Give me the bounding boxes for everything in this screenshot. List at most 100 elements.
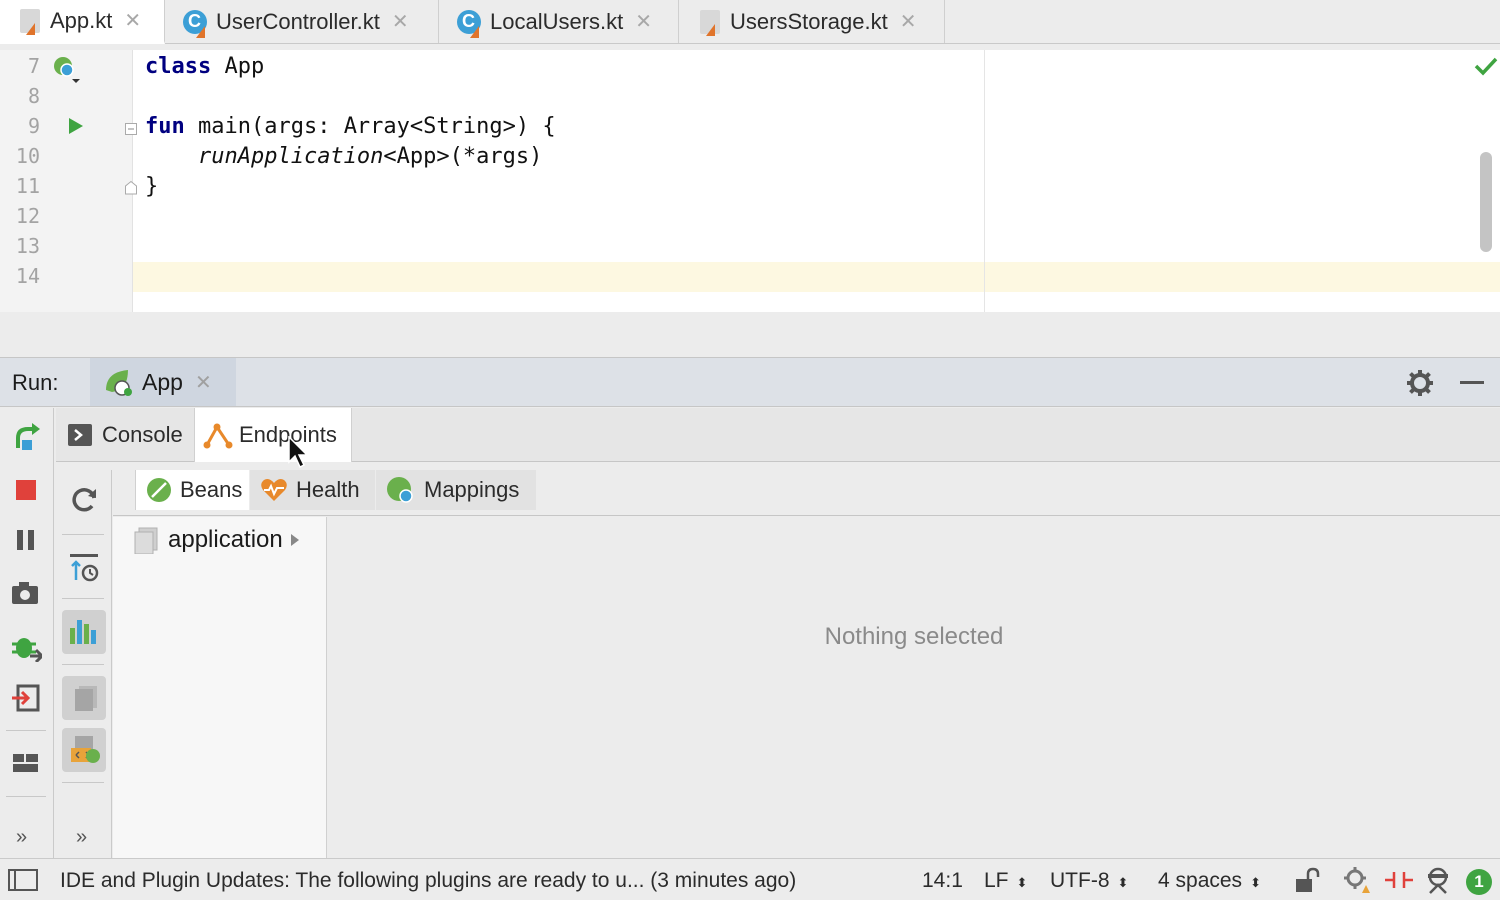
more-icon[interactable]: » [76, 826, 87, 849]
health-heart-icon [261, 479, 287, 501]
spring-boot-app-icon [106, 370, 132, 396]
stop-icon[interactable] [16, 480, 36, 500]
code-line-7: class App [145, 54, 264, 79]
mouse-cursor-icon [288, 436, 309, 469]
tool-window-toggle-icon[interactable] [8, 869, 38, 891]
diagram-toggle-button[interactable] [62, 610, 106, 654]
close-icon[interactable]: ✕ [635, 9, 652, 34]
line-number: 14 [15, 264, 40, 288]
indent-selector[interactable]: 4 spaces ⬍ [1158, 869, 1261, 893]
line-number: 9 [27, 114, 40, 138]
expand-arrow-icon[interactable] [289, 532, 301, 548]
indent-value: 4 spaces [1158, 869, 1243, 892]
tab-health[interactable]: Health [250, 470, 375, 510]
tab-usersstorage-kt[interactable]: UsersStorage.kt ✕ [680, 0, 945, 43]
close-icon[interactable]: ✕ [124, 8, 141, 33]
editor-gutter: 7 8 9 10 11 12 13 14 [0, 50, 137, 312]
sort-by-time-icon[interactable] [68, 552, 100, 584]
lock-icon[interactable] [1294, 867, 1322, 893]
endpoint-tabs: Beans Health Mappings [113, 470, 1500, 516]
config-beans-icon [71, 736, 100, 763]
line-number: 12 [15, 204, 40, 228]
close-icon[interactable]: ✕ [900, 9, 917, 34]
rerun-icon[interactable] [10, 422, 42, 454]
code-text: <App>(*args) [383, 144, 543, 169]
kotlin-file-icon [16, 6, 46, 36]
updown-icon: ⬍ [1250, 875, 1261, 890]
tree-node-application[interactable]: application [113, 523, 327, 557]
endpoints-icon [203, 423, 233, 449]
inspector-icon[interactable] [1424, 865, 1452, 895]
tab-label: LocalUsers.kt [490, 8, 624, 34]
tab-mappings[interactable]: Mappings [376, 470, 536, 510]
line-number: 7 [27, 54, 40, 78]
gear-icon[interactable] [1406, 369, 1434, 397]
tab-label: UserController.kt [216, 8, 380, 34]
code-editor[interactable]: 7 8 9 10 11 12 13 14 class App fun main(… [0, 50, 1500, 312]
fold-icon[interactable] [124, 122, 138, 138]
code-line-9: fun main(args: Array<String>) { [145, 114, 556, 139]
power-save-icon[interactable] [1384, 869, 1414, 891]
line-separator-selector[interactable]: LF ⬍ [984, 869, 1027, 893]
caret-position[interactable]: 14:1 [922, 869, 963, 893]
refresh-icon[interactable] [68, 484, 100, 516]
spring-bean-icon [147, 478, 171, 502]
show-config-button[interactable] [62, 728, 106, 772]
code-text: App [211, 54, 265, 79]
code-line-11: } [145, 174, 159, 199]
tab-localusers-kt[interactable]: LocalUsers.kt ✕ [440, 0, 679, 43]
context-icon [134, 527, 158, 554]
minimize-icon[interactable] [1460, 381, 1484, 384]
line-number: 11 [15, 174, 40, 198]
fold-end-icon[interactable] [124, 180, 138, 196]
camera-icon[interactable] [10, 580, 42, 612]
updown-icon: ⬍ [1016, 875, 1028, 890]
tab-app-kt[interactable]: App.kt ✕ [0, 0, 165, 44]
keyword: class [145, 54, 212, 79]
tab-endpoints[interactable]: Endpoints [194, 408, 352, 462]
show-libraries-button[interactable] [62, 676, 106, 720]
pause-icon[interactable] [17, 530, 23, 550]
import-icon[interactable] [10, 682, 42, 714]
kotlin-class-icon [456, 7, 486, 38]
line-number: 13 [15, 234, 40, 258]
line-separator-value: LF [984, 869, 1009, 892]
editor-scrollbar[interactable] [1480, 152, 1492, 252]
caret-line-highlight [0, 262, 1500, 292]
check-icon [1474, 57, 1498, 76]
code-text: main(args: Array<String>) { [184, 114, 556, 139]
run-config-tab[interactable]: App ✕ [90, 358, 236, 406]
tab-label: Mappings [424, 477, 520, 502]
line-number: 10 [15, 144, 40, 168]
close-icon[interactable]: ✕ [195, 370, 212, 395]
more-icon[interactable]: » [16, 826, 27, 849]
tab-label: UsersStorage.kt [730, 8, 888, 34]
console-icon [68, 424, 92, 446]
kotlin-class-icon [182, 7, 212, 38]
tab-usercontroller-kt[interactable]: UserController.kt ✕ [166, 0, 439, 43]
run-title: Run: [12, 370, 59, 395]
encoding-selector[interactable]: UTF-8 ⬍ [1050, 869, 1128, 893]
kotlin-file-icon [696, 7, 726, 37]
close-icon[interactable]: ✕ [392, 9, 409, 34]
tab-label: Beans [180, 477, 243, 502]
updown-icon: ⬍ [1117, 875, 1129, 890]
layout-icon[interactable] [12, 752, 44, 784]
keyword: fun [145, 114, 185, 139]
tree-node-label: application [168, 526, 283, 553]
spring-bean-gutter-icon[interactable] [52, 55, 84, 85]
tab-label: App.kt [50, 7, 113, 33]
status-bar: IDE and Plugin Updates: The following pl… [0, 858, 1500, 900]
debug-icon[interactable] [10, 630, 42, 662]
empty-state-text: Nothing selected [824, 623, 1004, 650]
settings-warning-icon[interactable] [1342, 865, 1372, 895]
right-margin-guide [984, 50, 985, 312]
endpoints-toolbar: » [56, 470, 112, 858]
tab-console[interactable]: Console [56, 408, 194, 462]
run-gutter-icon[interactable] [67, 116, 85, 136]
run-subtabs: Console Endpoints [56, 408, 1500, 462]
status-message[interactable]: IDE and Plugin Updates: The following pl… [60, 869, 796, 893]
run-left-toolbar: » [0, 408, 54, 858]
tab-beans[interactable]: Beans [135, 470, 249, 510]
notifications-badge[interactable]: 1 [1466, 869, 1492, 895]
